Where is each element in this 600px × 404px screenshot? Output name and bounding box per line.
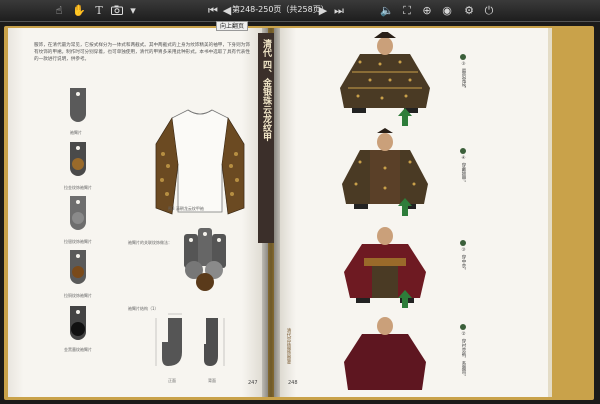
step-bullet-icon bbox=[460, 240, 466, 246]
volume-icon[interactable]: 🔈 bbox=[380, 3, 394, 17]
copper-pattern-dot bbox=[72, 266, 84, 278]
figure-step-4-armor-coat bbox=[342, 128, 428, 209]
dropdown-arrow-icon[interactable]: ▾ bbox=[126, 3, 140, 17]
power-icon[interactable]: ⏻ bbox=[482, 3, 496, 17]
page-indicator: 第248-250页（共258页） bbox=[232, 5, 329, 14]
side-note: 清代宫廷服饰图鉴 bbox=[286, 328, 291, 364]
zoom-in-icon[interactable]: ⊕ bbox=[420, 3, 434, 17]
shirt-caption: 图3 清朝龙云纹甲袖 bbox=[168, 206, 204, 211]
right-page[interactable]: ⑤ 最后完成。 ④ 穿戴披甲。 ③ 穿中衣。 ② 穿衬衣裤，系腰带。 清代宫廷服… bbox=[274, 28, 548, 397]
camera-icon[interactable] bbox=[110, 3, 124, 17]
silver-pattern-dot bbox=[72, 212, 84, 224]
swatch-label: 拉银纹饰袖臂片 bbox=[64, 239, 92, 244]
combo-caption: 袖臂片的关联纹饰做法： bbox=[128, 240, 172, 245]
swatch-label: 拉铜纹饰袖臂片 bbox=[64, 293, 92, 298]
figure-step-3-robe bbox=[344, 227, 426, 303]
chapter-title: 清代 四、金银珠云龙纹甲 bbox=[261, 39, 271, 142]
chapter-title-block: 清代 四、金银珠云龙纹甲 bbox=[258, 33, 274, 243]
eye-icon[interactable]: ◉ bbox=[440, 3, 454, 17]
page-up-tag[interactable]: 向上翻页 bbox=[216, 21, 249, 31]
step-caption: ④ 穿戴披甲。 bbox=[460, 148, 466, 185]
swatch-tab bbox=[70, 88, 86, 122]
green-up-arrow-icon bbox=[398, 108, 412, 126]
step-caption: ⑤ 最后完成。 bbox=[460, 54, 466, 91]
left-page[interactable]: 服饰，在清代最为常见，它按式样分为一体式和两截式。其中两截式的上身为纹饰精美的袖… bbox=[8, 28, 268, 397]
step-bullet-icon bbox=[460, 324, 466, 330]
last-page-icon[interactable]: ⏭ bbox=[332, 3, 346, 17]
left-page-number: 247 bbox=[248, 380, 258, 386]
pattern-label-back: 背面 bbox=[208, 378, 216, 383]
hand-tool-icon[interactable]: ✋ bbox=[72, 3, 86, 17]
black-pattern-dot bbox=[71, 322, 85, 336]
book-page-edges bbox=[548, 28, 552, 397]
figure-step-2-inner-robe bbox=[344, 317, 426, 390]
settings-gear-icon[interactable]: ⚙ bbox=[462, 3, 476, 17]
next-page-icon[interactable]: ▶ bbox=[316, 3, 330, 17]
step-bullet-icon bbox=[460, 54, 466, 60]
reader-toolbar: ☝ ✋ T ▾ ⏮ ◀ 第248-250页（共258页） ▶ ⏭ 🔈 ⛶ ⊕ ◉… bbox=[0, 0, 600, 22]
swatch-label: 袖臂片 bbox=[70, 130, 82, 135]
fullscreen-icon[interactable]: ⛶ bbox=[400, 3, 414, 17]
swatch-label: 拉金纹饰袖臂片 bbox=[64, 185, 92, 190]
step-caption: ② 穿衬衣裤，系腰带。 bbox=[460, 324, 466, 379]
swatch-label: 金黑墨纹袖臂片 bbox=[64, 347, 92, 352]
first-page-icon[interactable]: ⏮ bbox=[206, 3, 220, 17]
figure-step-5-full-armor bbox=[340, 32, 430, 113]
green-up-arrow-icon bbox=[398, 198, 412, 216]
sleeve-pattern-diagram bbox=[155, 313, 225, 366]
green-up-arrow-icon bbox=[398, 290, 412, 308]
step-caption: ③ 穿中衣。 bbox=[460, 240, 466, 272]
step-bullet-icon bbox=[460, 148, 466, 154]
text-tool-icon[interactable]: T bbox=[92, 3, 106, 17]
gold-pattern-dot bbox=[72, 158, 84, 170]
right-page-number: 248 bbox=[288, 380, 298, 386]
left-page-body-text: 服饰，在清代最为常见，它按式样分为一体式和两截式。其中两截式的上身为纹饰精美的袖… bbox=[34, 43, 250, 62]
combined-swatch-illustration bbox=[184, 228, 226, 291]
pointer-icon[interactable]: ☝ bbox=[52, 3, 66, 17]
pattern-label-front: 正面 bbox=[168, 378, 176, 383]
